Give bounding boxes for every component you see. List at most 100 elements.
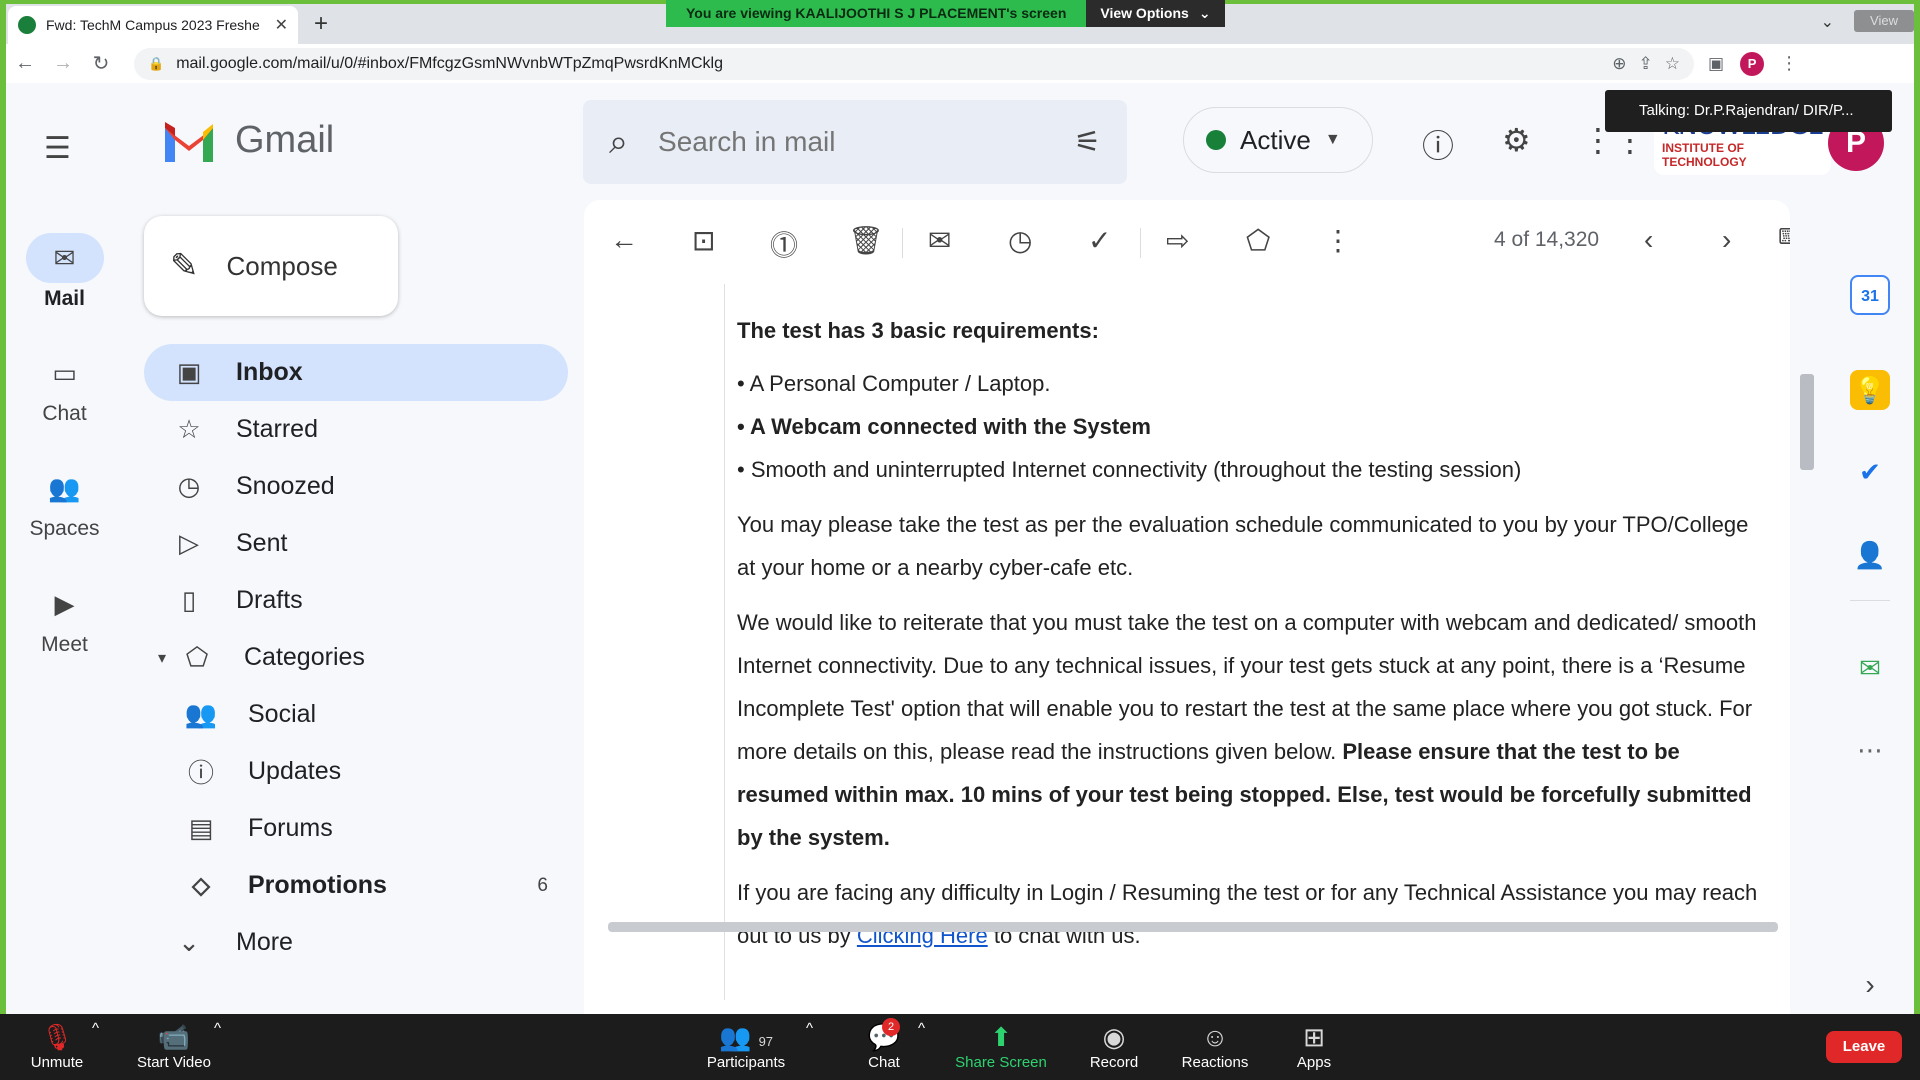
toolbar-divider xyxy=(902,228,903,258)
browser-profile-avatar[interactable]: P xyxy=(1740,51,1765,76)
horizontal-scrollbar[interactable] xyxy=(608,922,1778,932)
share-screen-button[interactable]: ⬆ Share Screen xyxy=(955,1020,1047,1071)
nav-forums[interactable]: ▤ Forums xyxy=(144,800,568,857)
caret-down-icon[interactable]: ▾ xyxy=(152,648,172,668)
browser-tab[interactable]: Fwd: TechM Campus 2023 Freshe ✕ xyxy=(8,6,298,44)
record-button[interactable]: ◉ Record xyxy=(1085,1020,1143,1071)
label-icon[interactable]: ⬠ xyxy=(1246,224,1270,257)
nav-more[interactable]: ⌄ More xyxy=(144,914,568,971)
start-video-button[interactable]: 📹 Start Video xyxy=(132,1020,216,1071)
app-rail: ☰ ✉ Mail ▭ Chat 👥 Spaces ▶ Meet xyxy=(6,83,123,1014)
calendar-icon[interactable]: 31 xyxy=(1850,275,1890,315)
address-bar[interactable]: 🔒 mail.google.com/mail/u/0/#inbox/FMfcgz… xyxy=(134,47,1694,80)
rail-mail[interactable]: ✉ Mail xyxy=(6,233,123,311)
move-to-icon[interactable]: ⇨ xyxy=(1166,224,1189,257)
prev-message-icon[interactable]: ‹ xyxy=(1644,224,1653,256)
mark-unread-icon[interactable]: ✉ xyxy=(928,224,951,257)
nav-categories[interactable]: ▾ ⬠ Categories xyxy=(144,629,568,686)
keyboard-icon[interactable]: ⌨ xyxy=(1778,224,1790,250)
snooze-icon[interactable]: ◷ xyxy=(1008,224,1032,257)
next-message-icon[interactable]: › xyxy=(1722,224,1731,256)
search-icon[interactable]: ⌕ xyxy=(609,123,628,162)
nav-drafts[interactable]: ▯ Drafts xyxy=(144,572,568,629)
url-text[interactable]: mail.google.com/mail/u/0/#inbox/FMfcgzGs… xyxy=(176,55,1600,73)
nav-snoozed[interactable]: ◷ Snoozed xyxy=(144,458,568,515)
chat-label: Chat xyxy=(868,1054,900,1071)
status-selector[interactable]: Active ▼ xyxy=(1183,107,1373,173)
rail-chat[interactable]: ▭ Chat xyxy=(6,348,123,426)
nav-promotions-label: Promotions xyxy=(248,871,387,899)
caret-down-icon: ▼ xyxy=(1324,131,1341,148)
rail-chat-label: Chat xyxy=(42,402,87,425)
tab-close-icon[interactable]: ✕ xyxy=(275,15,288,35)
keep-icon[interactable]: 💡 xyxy=(1850,370,1890,410)
search-input[interactable] xyxy=(658,126,1045,158)
gmail-logo[interactable]: Gmail xyxy=(161,119,334,162)
participants-caret-icon[interactable]: ^ xyxy=(806,1020,813,1037)
view-options-button[interactable]: View Options ⌄ xyxy=(1086,0,1225,27)
share-icon[interactable]: ⇪ xyxy=(1639,54,1653,74)
video-options-caret-icon[interactable]: ^ xyxy=(214,1020,221,1037)
audio-options-caret-icon[interactable]: ^ xyxy=(92,1020,99,1037)
nav-inbox[interactable]: ▣ Inbox xyxy=(144,344,568,401)
rail-meet[interactable]: ▶ Meet xyxy=(6,579,123,657)
participants-button[interactable]: 👥 97 Participants xyxy=(700,1020,792,1071)
contacts-icon[interactable]: 👤 xyxy=(1850,535,1890,575)
rail-spaces[interactable]: 👥 Spaces xyxy=(6,463,123,541)
back-arrow-icon[interactable]: ← xyxy=(610,224,638,256)
toolbar-divider xyxy=(1140,228,1141,258)
compose-button[interactable]: ✎ Compose xyxy=(144,216,398,316)
label-icon: ⬠ xyxy=(185,642,209,672)
nav-starred[interactable]: ☆ Starred xyxy=(144,401,568,458)
record-icon: ◉ xyxy=(1102,1022,1126,1052)
reactions-button[interactable]: ☺ Reactions xyxy=(1176,1020,1254,1071)
nav-social[interactable]: 👥 Social xyxy=(144,686,568,743)
zoom-view-button[interactable]: View xyxy=(1854,10,1914,32)
new-tab-icon[interactable]: + xyxy=(314,10,328,38)
lock-icon[interactable]: 🔒 xyxy=(148,56,164,72)
schedule-paragraph: You may please take the test as per the … xyxy=(737,512,1749,580)
archive-icon[interactable]: ⊡ xyxy=(692,224,715,257)
address-row: ← → ↻ 🔒 mail.google.com/mail/u/0/#inbox/… xyxy=(6,44,1914,83)
requirement-item-bold: • A Webcam connected with the System xyxy=(737,414,1151,439)
back-icon[interactable]: ← xyxy=(6,52,44,75)
chat-button[interactable]: 💬 2 Chat xyxy=(860,1018,908,1071)
help-icon[interactable]: ⓘ xyxy=(1422,121,1454,167)
nav-promotions[interactable]: ⬦ Promotions 6 xyxy=(144,857,568,914)
bookmark-star-icon[interactable]: ☆ xyxy=(1665,54,1680,74)
unmute-button[interactable]: 🎙 Unmute xyxy=(22,1020,92,1071)
tasks-icon[interactable]: ✔ xyxy=(1850,452,1890,492)
addon-icon[interactable]: ✉ xyxy=(1850,648,1890,688)
search-options-icon[interactable]: ⚟ xyxy=(1074,125,1101,160)
pagination-count: 4 of 14,320 xyxy=(1494,228,1600,251)
side-panel: 31 💡 ✔ 👤 ✉ ⋯ › xyxy=(1826,200,1914,1014)
inbox-icon: ▣ xyxy=(176,357,202,387)
more-vert-icon[interactable]: ⋮ xyxy=(1324,224,1352,257)
main-menu-icon[interactable]: ☰ xyxy=(44,131,71,166)
nav-updates[interactable]: ⓘ Updates xyxy=(144,743,568,800)
chevron-down-icon: ⌄ xyxy=(178,927,200,957)
report-spam-icon[interactable]: ⓵ xyxy=(770,224,798,264)
apps-button[interactable]: ⊞ Apps xyxy=(1294,1020,1334,1071)
browser-menu-icon[interactable]: ⋮ xyxy=(1780,53,1798,74)
start-video-label: Start Video xyxy=(137,1054,211,1071)
leave-button[interactable]: Leave xyxy=(1826,1031,1902,1063)
show-side-panel-icon[interactable]: › xyxy=(1850,965,1890,1005)
add-task-icon[interactable]: ✓ xyxy=(1088,224,1111,257)
vertical-scrollbar[interactable] xyxy=(1800,374,1814,470)
trash-icon[interactable]: 🗑 xyxy=(848,224,884,257)
gmail-wordmark: Gmail xyxy=(235,119,335,161)
tab-search-icon[interactable]: ⌄ xyxy=(1821,12,1834,32)
settings-gear-icon[interactable]: ⚙ xyxy=(1502,121,1531,159)
chat-caret-icon[interactable]: ^ xyxy=(918,1020,925,1037)
forward-icon[interactable]: → xyxy=(44,52,82,75)
message-panel: ← ⊡ ⓵ 🗑 ✉ ◷ ✓ ⇨ ⬠ ⋮ 4 of 14,320 ‹ › ⌨ Th… xyxy=(584,200,1790,1014)
side-panel-icon[interactable]: ▣ xyxy=(1708,54,1724,74)
nav-sent[interactable]: ▷ Sent xyxy=(144,515,568,572)
email-body: The test has 3 basic requirements: • A P… xyxy=(724,284,1764,1000)
nav-snoozed-label: Snoozed xyxy=(236,472,335,500)
reload-icon[interactable]: ↻ xyxy=(82,51,120,76)
zoom-lens-icon[interactable]: ⊕ xyxy=(1612,54,1626,74)
chevron-down-icon: ⌄ xyxy=(1198,5,1211,21)
more-horiz-icon[interactable]: ⋯ xyxy=(1850,730,1890,770)
